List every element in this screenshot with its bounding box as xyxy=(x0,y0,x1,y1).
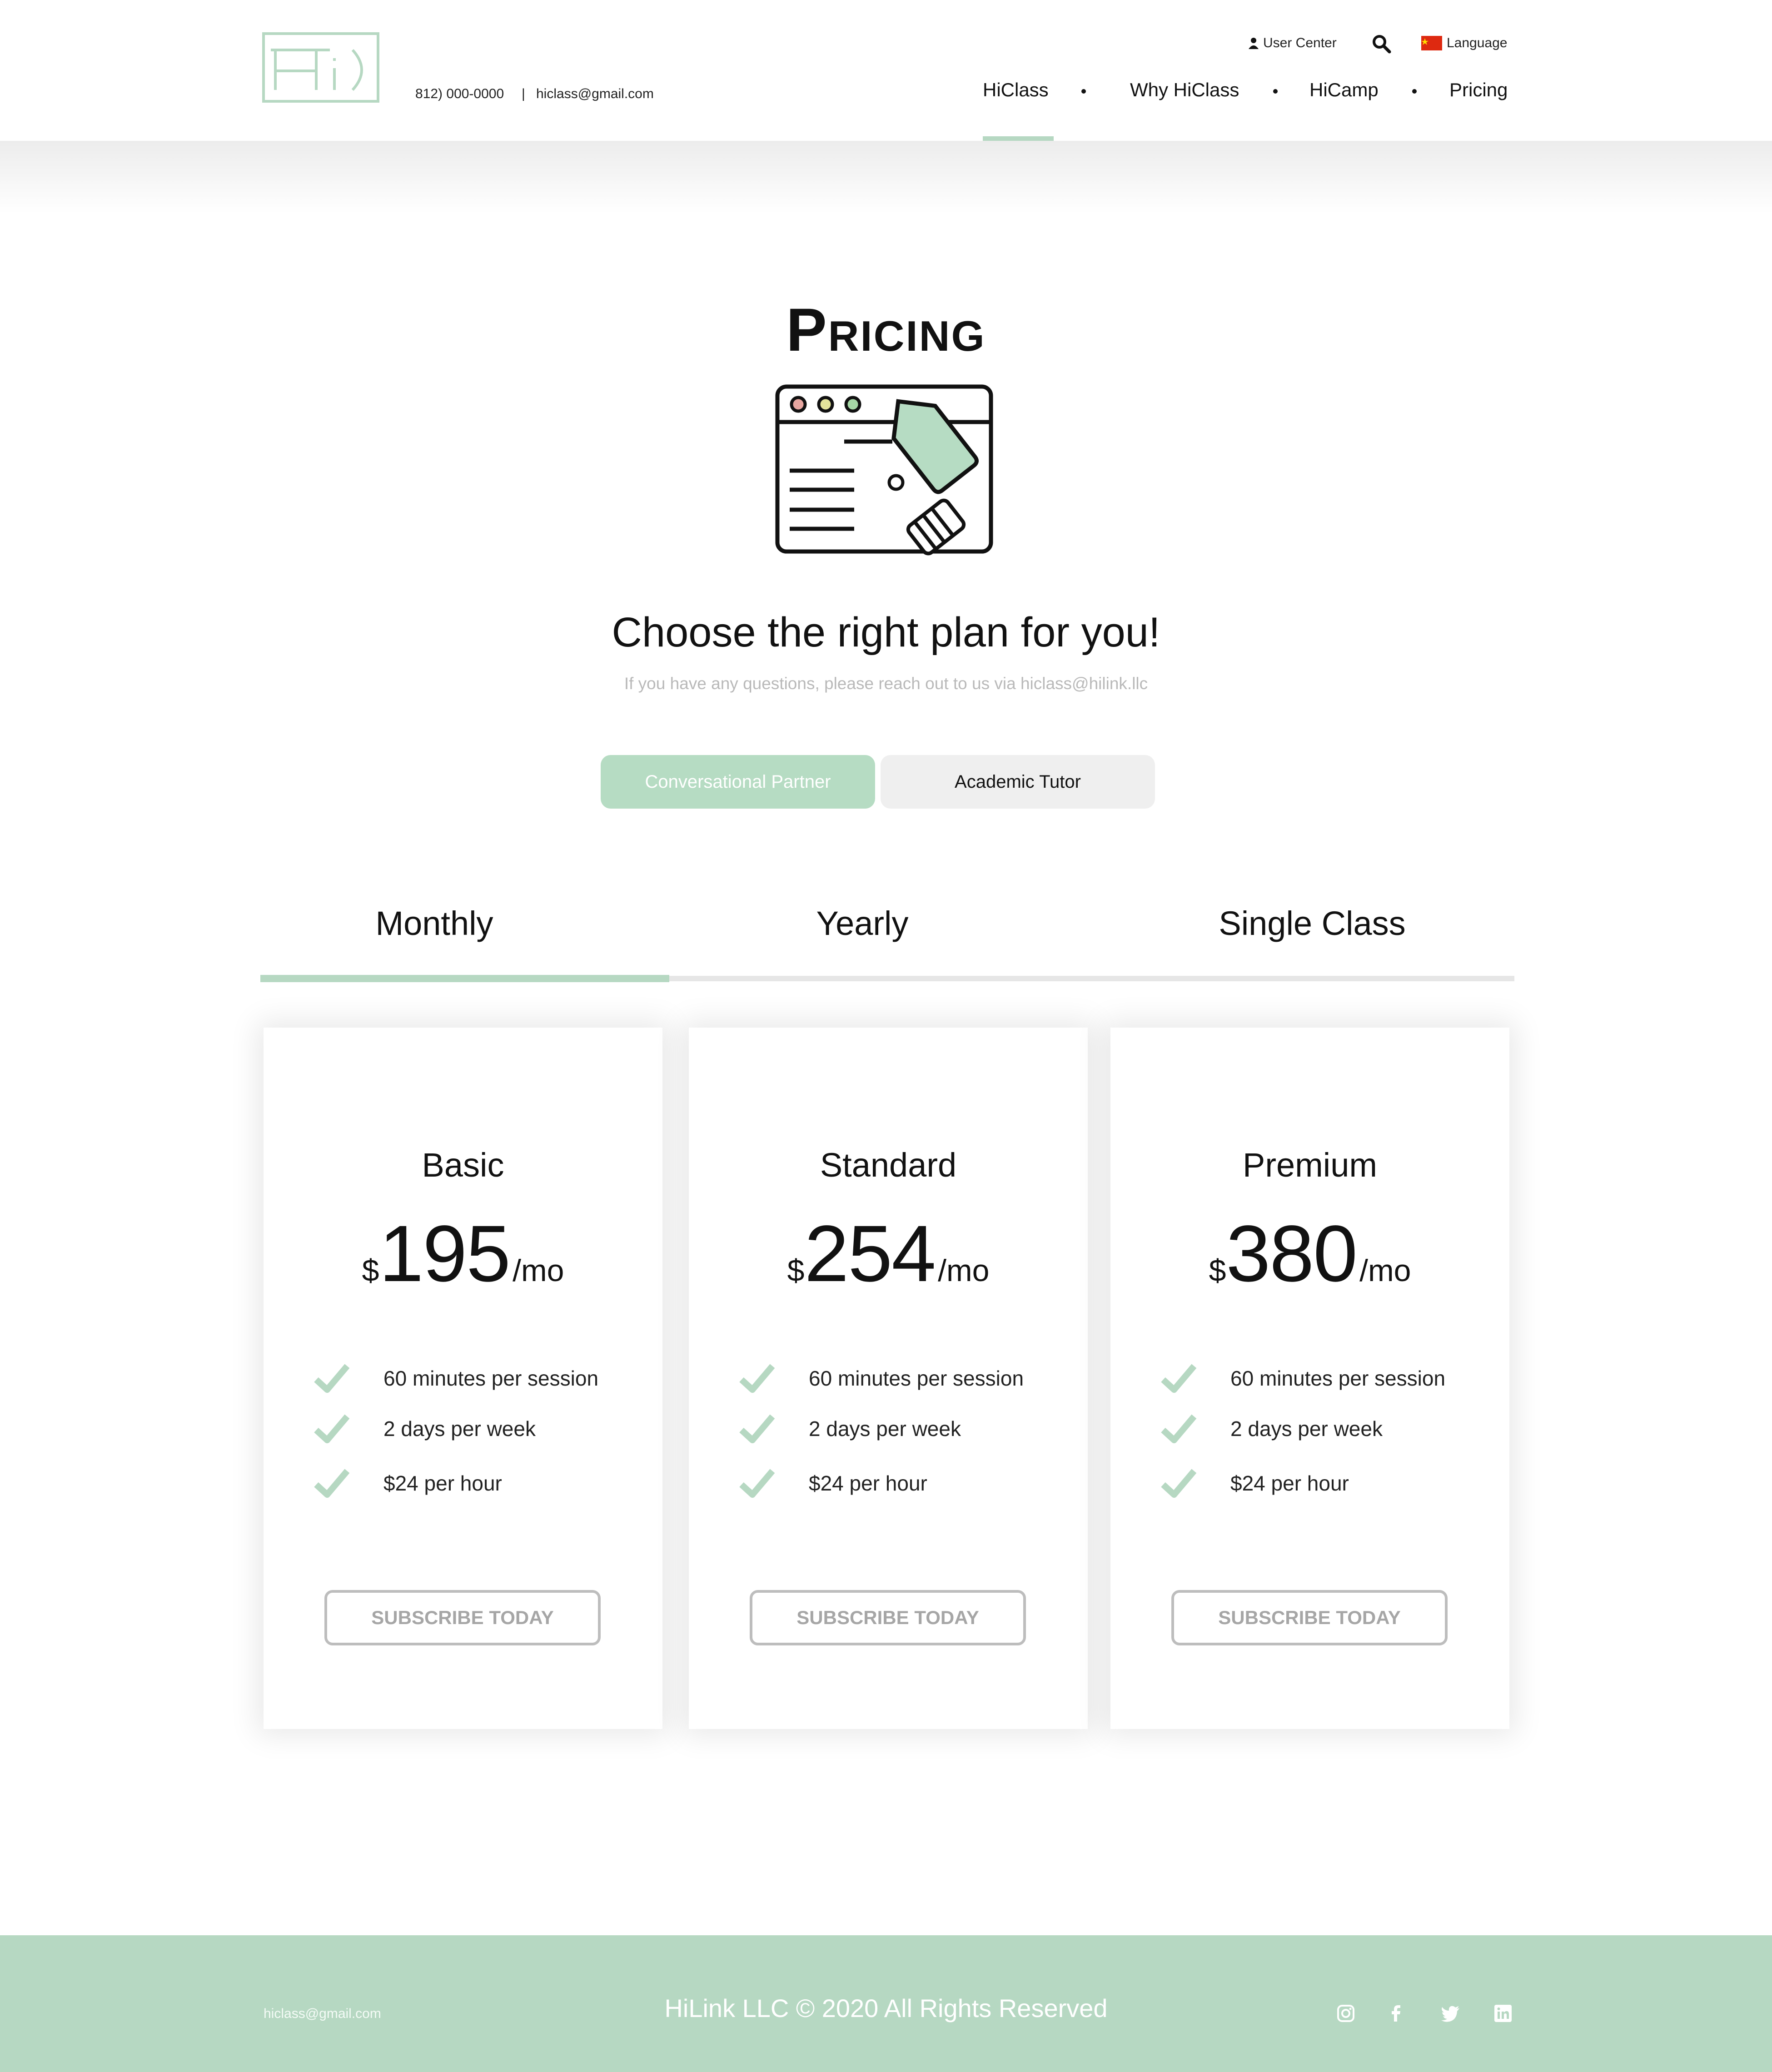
plan-subheading: Choose the right plan for you! xyxy=(612,609,1160,656)
nav-separator-dot xyxy=(1412,89,1417,94)
feature-label: $24 per hour xyxy=(1230,1471,1349,1495)
tab-monthly[interactable]: Monthly xyxy=(260,904,608,943)
plan-feature: 60 minutes per session xyxy=(739,1360,1066,1396)
plan-name: Premium xyxy=(1242,1146,1378,1184)
plan-name: Basic xyxy=(422,1146,504,1184)
plan-card-basic: Basic $ 195 /mo 60 minutes per session 2… xyxy=(264,1028,662,1729)
language-label: Language xyxy=(1447,35,1508,50)
price-amount: 380 xyxy=(1226,1209,1358,1298)
tab-single-class[interactable]: Single Class xyxy=(1096,904,1528,943)
check-icon xyxy=(1161,1414,1197,1443)
twitter-icon[interactable] xyxy=(1440,2003,1460,2023)
check-icon xyxy=(1161,1469,1197,1498)
plan-feature: $24 per hour xyxy=(314,1465,641,1501)
check-icon xyxy=(314,1364,350,1393)
plan-feature: 2 days per week xyxy=(314,1411,641,1447)
feature-label: 60 minutes per session xyxy=(1230,1366,1446,1390)
user-center-label: User Center xyxy=(1263,35,1337,50)
plan-feature: 60 minutes per session xyxy=(1160,1360,1488,1396)
nav-separator-dot xyxy=(1081,89,1086,94)
feature-label: 60 minutes per session xyxy=(383,1366,599,1390)
pricing-browser-tag-icon xyxy=(775,384,993,556)
feature-label: 2 days per week xyxy=(383,1417,536,1441)
plan-feature: 60 minutes per session xyxy=(314,1360,641,1396)
feature-label: $24 per hour xyxy=(809,1471,927,1495)
nav-why-hiclass[interactable]: Why HiClass xyxy=(1130,79,1239,101)
china-flag-icon xyxy=(1421,36,1442,50)
header-email[interactable]: hiclass@gmail.com xyxy=(536,86,654,102)
price-period: /mo xyxy=(1359,1253,1411,1288)
plan-feature: $24 per hour xyxy=(1160,1465,1488,1501)
feature-label: $24 per hour xyxy=(383,1471,502,1495)
price-currency: $ xyxy=(787,1253,805,1288)
price-amount: 254 xyxy=(804,1209,936,1298)
plan-feature: $24 per hour xyxy=(739,1465,1066,1501)
plan-name: Standard xyxy=(820,1146,957,1184)
segment-academic-tutor[interactable]: Academic Tutor xyxy=(881,755,1155,809)
price-period: /mo xyxy=(513,1253,564,1288)
header-separator: | xyxy=(522,86,525,101)
check-icon xyxy=(314,1469,350,1498)
check-icon xyxy=(739,1469,775,1498)
feature-label: 2 days per week xyxy=(1230,1417,1383,1441)
plan-price: $ 195 /mo xyxy=(264,1214,662,1294)
price-period: /mo xyxy=(938,1253,990,1288)
user-icon xyxy=(1249,38,1259,49)
plan-card-standard: Standard $ 254 /mo 60 minutes per sessio… xyxy=(689,1028,1088,1729)
subscribe-button[interactable]: SUBSCRIBE TODAY xyxy=(324,1590,601,1645)
instagram-icon[interactable] xyxy=(1336,2003,1356,2023)
check-icon xyxy=(739,1364,775,1393)
segment-conversational-partner[interactable]: Conversational Partner xyxy=(601,755,875,809)
tab-yearly[interactable]: Yearly xyxy=(647,904,1078,943)
linkedin-icon[interactable] xyxy=(1493,2003,1513,2023)
nav-separator-dot xyxy=(1273,89,1278,94)
hi-logo[interactable] xyxy=(262,32,380,103)
plan-price: $ 254 /mo xyxy=(689,1214,1088,1294)
price-currency: $ xyxy=(1209,1253,1226,1288)
price-amount: 195 xyxy=(379,1209,511,1298)
feature-label: 2 days per week xyxy=(809,1417,961,1441)
search-icon[interactable] xyxy=(1371,34,1391,54)
subscribe-button[interactable]: SUBSCRIBE TODAY xyxy=(750,1590,1026,1645)
contact-note: If you have any questions, please reach … xyxy=(624,674,1148,693)
language-selector[interactable]: Language xyxy=(1421,35,1507,51)
facebook-icon[interactable] xyxy=(1386,2003,1406,2023)
subscribe-button[interactable]: SUBSCRIBE TODAY xyxy=(1171,1590,1448,1645)
price-currency: $ xyxy=(362,1253,379,1288)
nav-pricing[interactable]: Pricing xyxy=(1449,79,1508,101)
nav-hiclass[interactable]: HiClass xyxy=(983,79,1049,101)
site-footer: hiclass@gmail.com HiLink LLC © 2020 All … xyxy=(0,1935,1772,2072)
tab-active-indicator xyxy=(260,975,669,982)
site-header: 812) 000-0000 | hiclass@gmail.com User C… xyxy=(0,0,1772,141)
check-icon xyxy=(314,1414,350,1443)
page-title: Pricing xyxy=(786,296,986,364)
plan-feature: 2 days per week xyxy=(1160,1411,1488,1447)
header-shadow xyxy=(0,141,1772,214)
user-center-link[interactable]: User Center xyxy=(1249,35,1337,51)
check-icon xyxy=(739,1414,775,1443)
plan-feature: 2 days per week xyxy=(739,1411,1066,1447)
feature-label: 60 minutes per session xyxy=(809,1366,1024,1390)
nav-hicamp[interactable]: HiCamp xyxy=(1309,79,1379,101)
nav-active-indicator xyxy=(983,136,1054,141)
plan-price: $ 380 /mo xyxy=(1110,1214,1509,1294)
header-phone: 812) 000-0000 xyxy=(415,86,504,101)
check-icon xyxy=(1161,1364,1197,1393)
plan-card-premium: Premium $ 380 /mo 60 minutes per session… xyxy=(1110,1028,1509,1729)
